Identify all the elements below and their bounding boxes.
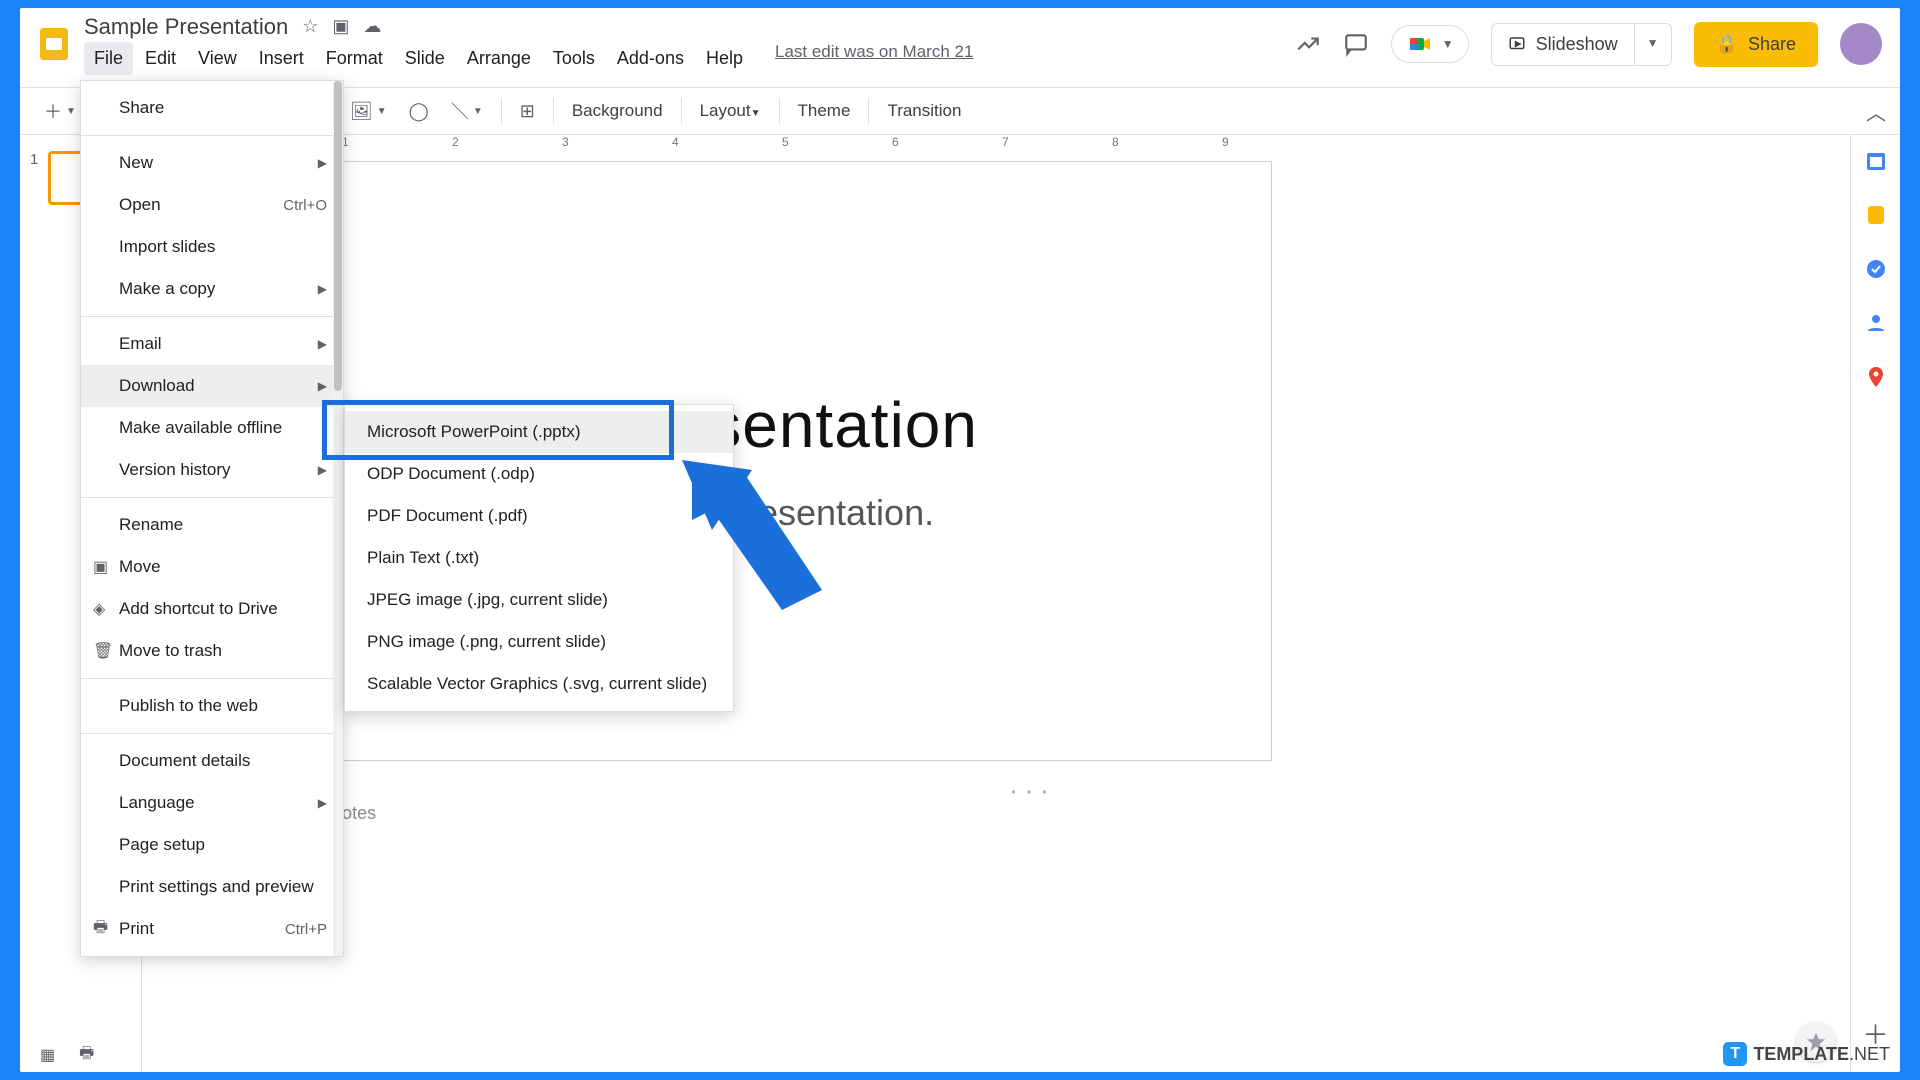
file-menu-makecopy[interactable]: Make a copy▶ [81,268,343,310]
folder-move-icon: ▣ [93,557,108,577]
file-menu-new[interactable]: New▶ [81,142,343,184]
thumbnail-number: 1 [30,151,38,205]
app-frame: Sample Presentation ☆ ▣ ☁ File Edit View… [20,8,1900,1072]
download-svg[interactable]: Scalable Vector Graphics (.svg, current … [345,663,733,705]
download-submenu: Microsoft PowerPoint (.pptx) ODP Documen… [344,404,734,712]
shape-tool-icon[interactable]: ◯ [399,95,439,128]
menu-format[interactable]: Format [316,42,393,75]
download-png[interactable]: PNG image (.png, current slide) [345,621,733,663]
file-menu-details[interactable]: Document details [81,740,343,782]
menu-insert[interactable]: Insert [249,42,314,75]
file-menu-share[interactable]: Share [81,87,343,129]
line-tool-icon[interactable]: ＼▼ [441,92,493,130]
background-button[interactable]: Background [562,95,673,127]
menubar: File Edit View Insert Format Slide Arran… [84,42,973,75]
file-menu-publish[interactable]: Publish to the web [81,685,343,727]
slideshow-button[interactable]: Slideshow [1492,24,1634,65]
share-label: Share [1748,34,1796,55]
menu-arrange[interactable]: Arrange [457,42,541,75]
file-menu-scrollbar[interactable] [333,81,343,956]
submenu-arrow-icon: ▶ [318,796,327,810]
slides-app-icon[interactable] [24,24,84,64]
star-icon[interactable]: ☆ [302,16,318,37]
file-menu-move[interactable]: ▣Move [81,546,343,588]
doc-block: Sample Presentation ☆ ▣ ☁ File Edit View… [84,14,973,75]
download-odp[interactable]: ODP Document (.odp) [345,453,733,495]
file-menu-trash[interactable]: 🗑Move to trash [81,630,343,672]
download-pdf[interactable]: PDF Document (.pdf) [345,495,733,537]
submenu-arrow-icon: ▶ [318,282,327,296]
file-menu-language[interactable]: Language▶ [81,782,343,824]
download-pptx[interactable]: Microsoft PowerPoint (.pptx) [345,411,733,453]
download-jpeg[interactable]: JPEG image (.jpg, current slide) [345,579,733,621]
file-menu-printsettings[interactable]: Print settings and preview [81,866,343,908]
chevron-down-icon: ▼ [1442,37,1454,51]
menu-addons[interactable]: Add-ons [607,42,694,75]
submenu-arrow-icon: ▶ [318,156,327,170]
menu-tools[interactable]: Tools [543,42,605,75]
file-menu-rename[interactable]: Rename [81,504,343,546]
download-txt[interactable]: Plain Text (.txt) [345,537,733,579]
file-menu-dropdown: Share New▶ OpenCtrl+O Import slides Make… [80,80,344,957]
bottom-bar: ▦ 🖶 [20,1038,1900,1072]
speaker-notes-area: • • • d speaker notes [242,785,1820,832]
file-menu-email[interactable]: Email▶ [81,323,343,365]
comments-icon[interactable] [1343,31,1369,57]
chevron-down-icon: ▼ [1647,36,1659,50]
contacts-addon-icon[interactable] [1864,311,1888,335]
layout-button[interactable]: Layout▼ [690,95,771,127]
tasks-addon-icon[interactable] [1864,257,1888,281]
drive-shortcut-icon: ◈ [93,599,105,619]
collapse-toolbar-icon[interactable]: ︿ [1866,97,1886,126]
submenu-arrow-icon: ▶ [318,463,327,477]
file-menu-offline[interactable]: Make available offline [81,407,343,449]
menu-file[interactable]: File [84,42,133,75]
submenu-arrow-icon: ▶ [318,337,327,351]
titlebar: Sample Presentation ☆ ▣ ☁ File Edit View… [20,8,1900,80]
activity-icon[interactable] [1295,31,1321,57]
new-slide-button[interactable]: ＋▼ [34,92,86,130]
move-folder-icon[interactable]: ▣ [332,16,349,37]
menu-slide[interactable]: Slide [395,42,455,75]
account-avatar[interactable] [1840,23,1882,65]
print-icon[interactable]: 🖶 [79,1042,94,1069]
watermark-badge-icon: T [1723,1042,1747,1066]
cloud-status-icon: ☁ [363,16,381,37]
grid-view-icon[interactable]: ▦ [40,1045,55,1065]
file-menu-pagesetup[interactable]: Page setup [81,824,343,866]
speaker-notes-input[interactable]: d speaker notes [242,795,1820,832]
comment-tool-icon[interactable]: ⊞ [510,95,545,128]
file-menu-download[interactable]: Download▶ [81,365,343,407]
file-menu-open[interactable]: OpenCtrl+O [81,184,343,226]
menu-edit[interactable]: Edit [135,42,186,75]
print-icon: 🖶 [93,916,108,943]
file-menu-print[interactable]: 🖶PrintCtrl+P [81,908,343,950]
menu-view[interactable]: View [188,42,247,75]
submenu-arrow-icon: ▶ [318,379,327,393]
file-menu-addshortcut[interactable]: ◈Add shortcut to Drive [81,588,343,630]
lock-icon: 🔒 [1716,34,1738,55]
maps-addon-icon[interactable] [1864,365,1888,389]
file-menu-version[interactable]: Version history▶ [81,449,343,491]
image-tool-icon[interactable]: 🖼▼ [340,95,397,128]
transition-button[interactable]: Transition [877,95,971,127]
theme-button[interactable]: Theme [788,95,861,127]
trash-icon: 🗑 [93,641,113,661]
watermark: T TEMPLATE.NET [1723,1042,1890,1066]
side-panel: ＋ [1850,135,1900,1072]
file-menu-import[interactable]: Import slides [81,226,343,268]
last-edit-link[interactable]: Last edit was on March 21 [775,42,973,75]
doc-title[interactable]: Sample Presentation [84,14,288,40]
calendar-addon-icon[interactable] [1864,149,1888,173]
slideshow-label: Slideshow [1536,34,1618,55]
meet-button[interactable]: ▼ [1391,25,1469,63]
notes-drag-handle[interactable]: • • • [242,785,1820,795]
slideshow-dropdown[interactable]: ▼ [1634,24,1671,65]
share-button[interactable]: 🔒 Share [1694,22,1818,67]
right-actions: ▼ Slideshow ▼ 🔒 Share [1295,22,1890,67]
keep-addon-icon[interactable] [1864,203,1888,227]
menu-help[interactable]: Help [696,42,753,75]
